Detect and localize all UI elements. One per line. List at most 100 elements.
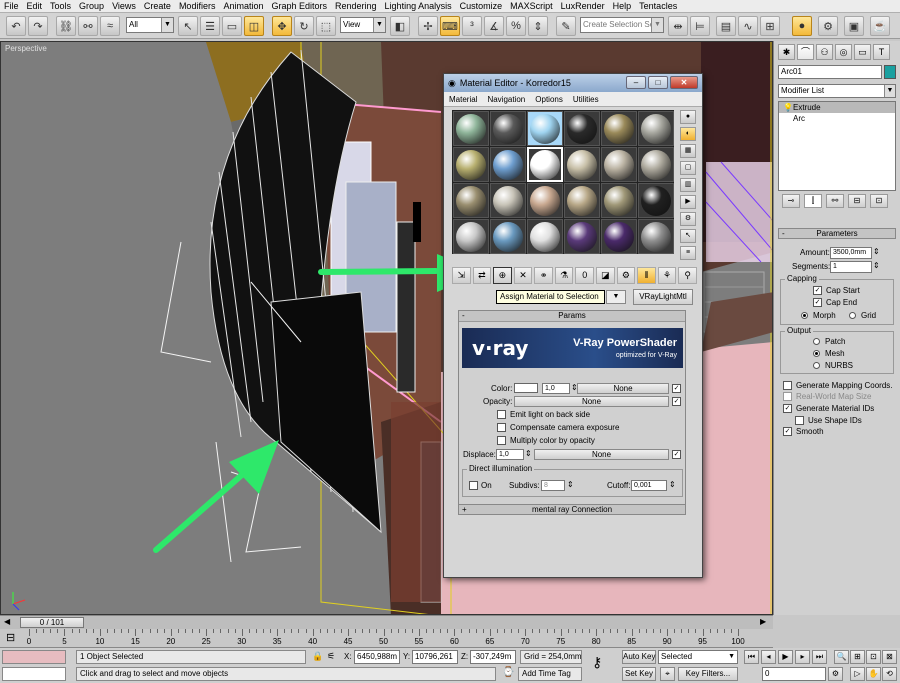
sample-slot[interactable] [453,147,489,182]
selection-filter-dropdown[interactable]: All ▼ [126,17,174,33]
material-effects-channel-icon[interactable]: 0 [575,267,595,284]
cap-end-checkbox[interactable]: ✓ [813,298,822,307]
lock-selection-icon[interactable]: 🔒 [312,651,323,662]
select-move-icon[interactable]: ✥ [272,16,292,36]
previous-frame-icon[interactable]: ◂ [761,650,776,664]
y-coord-field[interactable]: 10796,261 [412,650,458,664]
displace-map-checkbox[interactable]: ✓ [672,450,681,459]
track-bar[interactable]: ⊟ 0 5 10 15 20 25 30 35 40 45 50 55 60 65 70 75 80 85 90 95… [0,629,773,648]
layer-manager-icon[interactable]: ▤ [716,16,736,36]
gen-mapping-checkbox[interactable] [783,381,792,390]
get-material-icon[interactable]: ⇲ [452,267,471,284]
mirror-icon[interactable]: ⇹ [668,16,688,36]
stack-item-arc[interactable]: Arc [779,113,895,124]
show-map-icon[interactable]: ◪ [596,267,615,284]
current-frame-field[interactable]: 0 [762,667,826,681]
real-world-checkbox[interactable] [783,392,792,401]
subdivs-spin-arrows[interactable]: ⇕ [567,480,574,489]
sample-slot[interactable] [564,219,600,254]
video-color-check-icon[interactable]: ▥ [680,178,696,192]
key-icon[interactable]: ⚷ [592,654,602,671]
nurbs-radio[interactable] [813,362,820,369]
unlink-icon[interactable]: ⚯ [78,16,98,36]
menu-material[interactable]: Material [444,95,482,104]
pin-stack-icon[interactable]: ⊸ [782,194,800,208]
menu-tentacles[interactable]: Tentacles [635,0,681,13]
make-preview-icon[interactable]: ▶ [680,195,696,209]
sample-slot[interactable] [564,147,600,182]
material-editor-icon[interactable]: ● [792,16,812,36]
select-by-name-icon[interactable]: ☰ [200,16,220,36]
window-crossing-icon[interactable]: ◫ [244,16,264,36]
grid-radio[interactable] [849,312,856,319]
menu-tools[interactable]: Tools [46,0,75,13]
absolute-mode-icon[interactable]: ⚟ [327,651,335,662]
maxscript-input-field[interactable] [2,667,66,681]
color-swatch[interactable] [514,383,538,393]
menu-lighting-analysis[interactable]: Lighting Analysis [381,0,456,13]
z-coord-field[interactable]: -307,249m [470,650,516,664]
align-icon[interactable]: ⊨ [690,16,710,36]
displace-spinner[interactable]: 1,0 [496,449,524,460]
go-to-start-icon[interactable]: ⏮ [744,650,759,664]
sample-slot[interactable] [601,183,637,218]
menu-modifiers[interactable]: Modifiers [175,0,220,13]
displace-map-button[interactable]: None [534,449,669,460]
menu-options[interactable]: Options [530,95,568,104]
background-checker-icon[interactable]: ▦ [680,144,696,158]
morph-radio[interactable] [801,312,808,319]
schematic-view-icon[interactable]: ⊞ [760,16,780,36]
stack-item-extrude[interactable]: 💡Extrude [779,102,895,113]
play-icon[interactable]: ▶ [778,650,793,664]
zoom-extents-icon[interactable]: ⊡ [866,650,881,664]
menu-group[interactable]: Group [75,0,108,13]
object-name-field[interactable]: Arc01 [778,65,882,79]
sample-slot[interactable] [527,147,563,182]
put-material-icon[interactable]: ⇄ [472,267,492,284]
reset-map-icon[interactable]: ✕ [513,267,533,284]
zoom-all-icon[interactable]: ⊞ [850,650,865,664]
object-color-swatch[interactable] [884,65,896,79]
sample-slot[interactable] [601,219,637,254]
keyboard-shortcut-icon[interactable]: ⌨ [440,16,460,36]
set-key-button[interactable]: Set Key [622,667,656,681]
amount-spin-arrows[interactable]: ⇕ [873,247,880,256]
pan-icon[interactable]: ✋ [866,667,881,681]
rect-selection-icon[interactable]: ▭ [222,16,242,36]
zoom-icon[interactable]: 🔍 [834,650,849,664]
time-next-arrow[interactable]: ▶ [760,617,766,626]
angle-snap-icon[interactable]: ∡ [484,16,504,36]
configure-sets-icon[interactable]: ⊡ [870,194,888,208]
select-link-icon[interactable]: ⛓ [56,16,76,36]
undo-icon[interactable]: ↶ [6,16,26,36]
render-setup-icon[interactable]: ⚙ [818,16,838,36]
modifier-list-dropdown[interactable]: Modifier List ▼ [778,84,896,98]
material-map-navigator-icon[interactable]: ≡ [680,246,696,260]
sample-slot[interactable] [490,183,526,218]
sample-slot[interactable] [490,147,526,182]
select-scale-icon[interactable]: ⬚ [316,16,336,36]
sample-slot[interactable] [453,111,489,146]
select-object-icon[interactable]: ↖ [178,16,198,36]
sample-uv-tiling-icon[interactable]: ▢ [680,161,696,175]
menu-customize[interactable]: Customize [456,0,507,13]
sample-slot[interactable] [638,219,674,254]
lightbulb-icon[interactable]: 💡 [783,102,793,113]
menu-create[interactable]: Create [140,0,175,13]
gen-matids-checkbox[interactable]: ✓ [783,404,792,413]
remove-modifier-icon[interactable]: ⊟ [848,194,866,208]
pick-material-icon[interactable]: ⚲ [678,267,697,284]
sample-slot[interactable] [453,183,489,218]
compensate-checkbox[interactable] [497,423,506,432]
utilities-tab-icon[interactable]: T [873,44,890,60]
subdivs-spinner[interactable]: 8 [541,480,565,491]
patch-radio[interactable] [813,338,820,345]
cutoff-spinner[interactable]: 0,001 [631,480,667,491]
field-of-view-icon[interactable]: ▷ [850,667,865,681]
go-to-end-icon[interactable]: ⏭ [812,650,827,664]
zoom-extents-all-icon[interactable]: ⊠ [882,650,897,664]
sample-type-icon[interactable]: ● [680,110,696,124]
go-to-parent-icon[interactable]: ⫴ [637,267,656,284]
sample-slot[interactable] [564,183,600,218]
edit-named-selection-icon[interactable]: ✎ [556,16,576,36]
